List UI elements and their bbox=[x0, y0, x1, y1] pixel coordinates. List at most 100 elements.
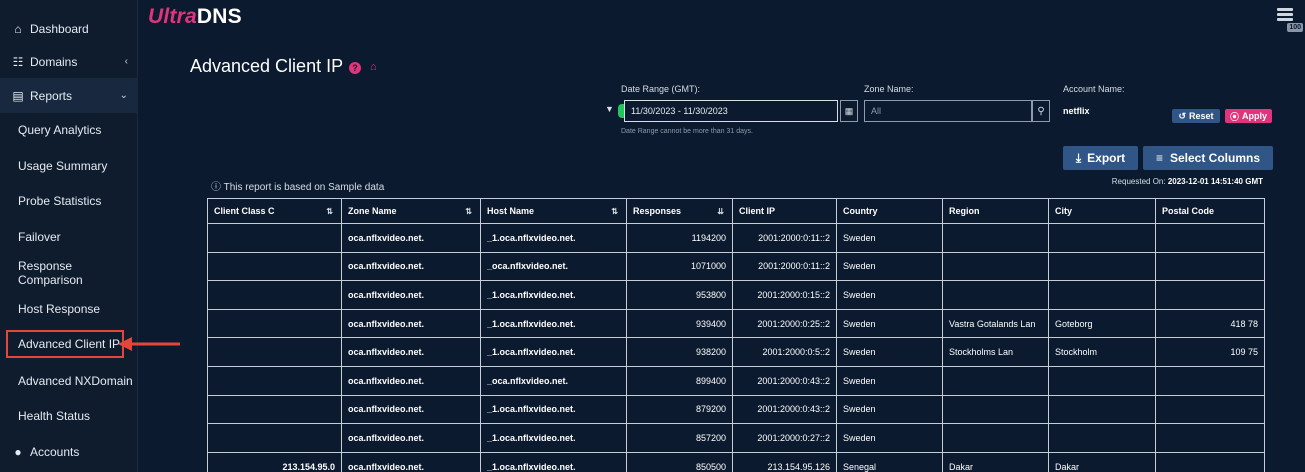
select-columns-label: Select Columns bbox=[1169, 151, 1261, 165]
filter-icon[interactable]: ▼ bbox=[605, 104, 614, 114]
table-cell: _1.oca.nflxvideo.net. bbox=[480, 281, 626, 310]
table-cell: Sweden bbox=[836, 224, 942, 253]
table-cell: _1.oca.nflxvideo.net. bbox=[480, 395, 626, 425]
zone-name-input[interactable]: All bbox=[864, 100, 1032, 122]
col-host-name[interactable]: Host Name ⇅ bbox=[480, 198, 626, 224]
table-row[interactable]: oca.nflxvideo.net. _oca.nflxvideo.net. 899… bbox=[207, 366, 1265, 396]
table-cell bbox=[207, 366, 341, 396]
sidebar-item-label: Probe Statistics bbox=[18, 193, 102, 208]
calendar-icon[interactable]: ▦ bbox=[840, 100, 858, 122]
col-responses[interactable]: Responses ⇊ bbox=[626, 198, 732, 224]
table-cell: oca.nflxvideo.net. bbox=[341, 224, 480, 253]
table-row[interactable]: oca.nflxvideo.net. _1.oca.nflxvideo.net. 8… bbox=[207, 395, 1265, 425]
table-cell: 2001:2000:0:15::2 bbox=[732, 281, 836, 310]
apply-button[interactable]: ⦿ Apply bbox=[1225, 109, 1272, 123]
table-cell: Vastra Gotalands Lan bbox=[942, 309, 1048, 339]
reset-label: Reset bbox=[1189, 111, 1214, 121]
page-title: Advanced Client IP bbox=[190, 56, 344, 76]
help-icon[interactable]: ? bbox=[349, 62, 361, 74]
sort-desc-icon[interactable]: ⇊ bbox=[717, 207, 724, 216]
sidebar-item-host-response[interactable]: Host Response bbox=[0, 291, 138, 326]
reset-button[interactable]: ↺ Reset bbox=[1172, 109, 1220, 123]
home-link-icon[interactable]: ⌂ bbox=[370, 61, 377, 73]
sidebar-item-response-comparison[interactable]: Response Comparison bbox=[0, 255, 138, 290]
bar-chart-icon: ▤ bbox=[12, 88, 24, 103]
col-label: Country bbox=[843, 206, 878, 216]
table-cell bbox=[942, 366, 1048, 396]
user-icon: ● bbox=[14, 444, 22, 459]
col-zone-name[interactable]: Zone Name ⇅ bbox=[341, 198, 480, 224]
table-cell bbox=[1048, 224, 1155, 253]
select-columns-button[interactable]: ≡ Select Columns bbox=[1143, 146, 1273, 170]
col-postal-code[interactable]: Postal Code bbox=[1155, 198, 1265, 224]
sidebar-item-label: Failover bbox=[18, 229, 61, 244]
export-button[interactable]: ⤓ Export bbox=[1063, 146, 1138, 170]
table-cell: 2001:2000:0:11::2 bbox=[732, 252, 836, 282]
col-region[interactable]: Region bbox=[942, 198, 1048, 224]
table-cell: Sweden bbox=[836, 252, 942, 282]
table-cell: Sweden bbox=[836, 424, 942, 453]
sidebar: ⌂ Dashboard ☷ Domains ‹ ▤ Reports ⌄ Quer… bbox=[0, 0, 138, 472]
requested-label: Requested On: bbox=[1111, 177, 1166, 186]
table-row[interactable]: oca.nflxvideo.net. _1.oca.nflxvideo.net. 8… bbox=[207, 424, 1265, 453]
sidebar-item-advanced-client-ip[interactable]: Advanced Client IP bbox=[6, 330, 124, 358]
table-cell: Goteborg bbox=[1048, 309, 1155, 339]
table-cell: oca.nflxvideo.net. bbox=[341, 395, 480, 425]
sidebar-item-health-status[interactable]: Health Status bbox=[0, 398, 138, 433]
table-row[interactable]: oca.nflxvideo.net. _1.oca.nflxvideo.net. 9… bbox=[207, 281, 1265, 310]
date-range-hint: Date Range cannot be more than 31 days. bbox=[621, 128, 753, 135]
sidebar-item-label: Health Status bbox=[18, 408, 91, 423]
table-cell: 850500 bbox=[626, 452, 732, 472]
table-cell: oca.nflxvideo.net. bbox=[341, 424, 480, 453]
table-row[interactable]: oca.nflxvideo.net. _1.oca.nflxvideo.net. 9… bbox=[207, 338, 1265, 367]
table-cell: _1.oca.nflxvideo.net. bbox=[480, 224, 626, 253]
table-body: oca.nflxvideo.net. _1.oca.nflxvideo.net. 1… bbox=[207, 224, 1265, 472]
table-cell bbox=[207, 309, 341, 339]
requested-on: Requested On: 2023-12-01 14:51:40 GMT bbox=[1112, 177, 1263, 186]
table-cell: Sweden bbox=[836, 366, 942, 396]
brand-logo[interactable]: UltraDNS bbox=[148, 5, 242, 29]
sidebar-item-accounts[interactable]: ● Accounts bbox=[0, 434, 138, 469]
col-client-class-c[interactable]: Client Class C ⇅ bbox=[207, 198, 341, 224]
info-icon: ⓘ bbox=[211, 182, 221, 193]
sidebar-item-query-analytics[interactable]: Query Analytics bbox=[0, 112, 138, 147]
sidebar-item-usage-summary[interactable]: Usage Summary bbox=[0, 148, 138, 183]
sidebar-item-reports[interactable]: ▤ Reports ⌄ bbox=[0, 78, 138, 113]
col-label: Client Class C bbox=[214, 206, 275, 216]
table-row[interactable]: oca.nflxvideo.net. _oca.nflxvideo.net. 107… bbox=[207, 252, 1265, 282]
sort-icon[interactable]: ⇅ bbox=[611, 207, 618, 216]
table-cell bbox=[942, 252, 1048, 282]
server-icon[interactable]: 100 bbox=[1277, 8, 1303, 32]
table-cell: _1.oca.nflxvideo.net. bbox=[480, 338, 626, 367]
date-range-input[interactable]: 11/30/2023 - 11/30/2023 bbox=[624, 100, 838, 122]
table-row[interactable]: oca.nflxvideo.net. _1.oca.nflxvideo.net. 1… bbox=[207, 224, 1265, 253]
chevron-down-icon: ⌄ bbox=[119, 90, 128, 101]
col-country[interactable]: Country bbox=[836, 198, 942, 224]
table-row[interactable]: oca.nflxvideo.net. _1.oca.nflxvideo.net. 9… bbox=[207, 309, 1265, 339]
sidebar-item-domains[interactable]: ☷ Domains ‹ bbox=[0, 44, 138, 79]
table-row[interactable]: 213.154.95.0 oca.nflxvideo.net. _1.oca.nfl… bbox=[207, 452, 1265, 472]
col-client-ip[interactable]: Client IP bbox=[732, 198, 836, 224]
col-city[interactable]: City bbox=[1048, 198, 1155, 224]
table-cell: 857200 bbox=[626, 424, 732, 453]
search-icon[interactable]: ⚲ bbox=[1032, 100, 1050, 122]
table-cell: oca.nflxvideo.net. bbox=[341, 338, 480, 367]
list-icon: ≡ bbox=[1155, 151, 1163, 165]
table-cell bbox=[942, 224, 1048, 253]
table-cell: _oca.nflxvideo.net. bbox=[480, 252, 626, 282]
col-label: City bbox=[1055, 206, 1073, 216]
zone-name-label: Zone Name: bbox=[864, 84, 914, 94]
sidebar-item-advanced-nxdomain[interactable]: Advanced NXDomain bbox=[0, 363, 138, 398]
sort-icon[interactable]: ⇅ bbox=[465, 207, 472, 216]
sidebar-item-failover[interactable]: Failover bbox=[0, 219, 138, 254]
table-cell bbox=[207, 281, 341, 310]
table-cell: oca.nflxvideo.net. bbox=[341, 366, 480, 396]
table-cell bbox=[1048, 252, 1155, 282]
table-cell bbox=[942, 281, 1048, 310]
sidebar-item-probe-statistics[interactable]: Probe Statistics bbox=[0, 183, 138, 218]
sidebar-item-dashboard[interactable]: ⌂ Dashboard bbox=[0, 11, 138, 46]
sort-icon[interactable]: ⇅ bbox=[326, 207, 333, 216]
table-cell: _oca.nflxvideo.net. bbox=[480, 366, 626, 396]
table-cell: Dakar bbox=[942, 452, 1048, 472]
table-cell bbox=[1048, 366, 1155, 396]
